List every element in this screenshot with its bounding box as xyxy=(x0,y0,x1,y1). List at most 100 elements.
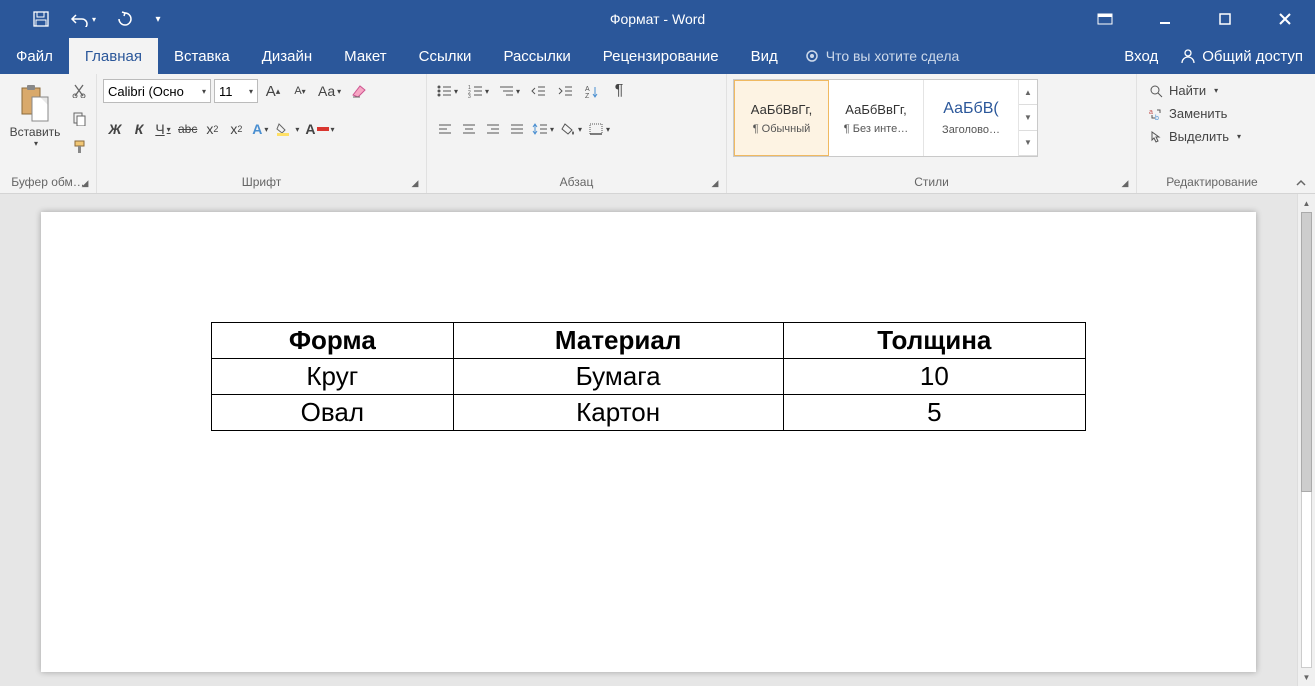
table-cell[interactable]: Картон xyxy=(453,395,783,431)
font-launcher[interactable]: ◢ xyxy=(408,176,422,190)
window-controls xyxy=(1075,0,1315,38)
paste-label: Вставить xyxy=(10,125,61,139)
table-cell[interactable]: Бумага xyxy=(453,359,783,395)
text-effects-button[interactable]: A▾ xyxy=(248,117,272,141)
numbering-button[interactable]: 123▾ xyxy=(464,79,492,103)
justify-button[interactable] xyxy=(505,117,529,141)
format-painter-button[interactable] xyxy=(68,135,90,157)
tab-insert[interactable]: Вставка xyxy=(158,38,246,74)
scroll-up-button[interactable]: ▲ xyxy=(1298,194,1315,212)
tab-mailings[interactable]: Рассылки xyxy=(487,38,586,74)
vertical-scrollbar[interactable]: ▲ ▼ xyxy=(1297,194,1315,686)
document-area: Форма Материал Толщина Круг Бумага 10 Ов… xyxy=(0,194,1315,686)
increase-indent-button[interactable] xyxy=(553,79,577,103)
tab-layout[interactable]: Макет xyxy=(328,38,402,74)
cut-button[interactable] xyxy=(68,79,90,101)
signin-button[interactable]: Вход xyxy=(1114,38,1168,74)
italic-button[interactable]: К xyxy=(127,117,151,141)
group-clipboard: Вставить ▾ Буфер обм… ◢ xyxy=(0,74,97,193)
style-no-spacing[interactable]: АаБбВвГг, ¶ Без инте… xyxy=(829,80,924,156)
scroll-thumb[interactable] xyxy=(1301,212,1312,492)
svg-text:3: 3 xyxy=(468,94,471,98)
tab-design[interactable]: Дизайн xyxy=(246,38,328,74)
maximize-button[interactable] xyxy=(1195,0,1255,38)
font-name-select[interactable]: Calibri (Осно▾ xyxy=(103,79,211,103)
find-button[interactable]: Найти▾ xyxy=(1143,81,1247,100)
table-cell[interactable]: Овал xyxy=(212,395,454,431)
ribbon: Вставить ▾ Буфер обм… ◢ Calibri (Осно▾ 1… xyxy=(0,74,1315,194)
svg-text:Z: Z xyxy=(585,93,590,98)
redo-button[interactable] xyxy=(104,0,146,38)
clipboard-launcher[interactable]: ◢ xyxy=(78,176,92,190)
tab-file[interactable]: Файл xyxy=(0,38,69,74)
align-left-button[interactable] xyxy=(433,117,457,141)
grow-font-button[interactable]: A▴ xyxy=(261,79,285,103)
styles-scroll-up[interactable]: ▲ xyxy=(1019,80,1037,105)
paste-button[interactable]: Вставить ▾ xyxy=(6,79,64,152)
table-cell[interactable]: 10 xyxy=(783,359,1085,395)
bullets-button[interactable]: ▾ xyxy=(433,79,461,103)
subscript-button[interactable]: x2 xyxy=(200,117,224,141)
sort-button[interactable]: AZ xyxy=(580,79,604,103)
svg-text:b: b xyxy=(1155,115,1159,121)
tab-review[interactable]: Рецензирование xyxy=(587,38,735,74)
paragraph-launcher[interactable]: ◢ xyxy=(708,176,722,190)
ribbon-display-button[interactable] xyxy=(1075,0,1135,38)
shading-button[interactable]: ▾ xyxy=(557,117,585,141)
line-spacing-button[interactable]: ▾ xyxy=(529,117,557,141)
save-button[interactable] xyxy=(20,0,62,38)
bold-button[interactable]: Ж xyxy=(103,117,127,141)
group-styles: АаБбВвГг, ¶ Обычный АаБбВвГг, ¶ Без инте… xyxy=(727,74,1137,193)
qat-customize-button[interactable]: ▾ xyxy=(146,0,170,38)
styles-scroll-down[interactable]: ▼ xyxy=(1019,105,1037,130)
tell-me-search[interactable]: Что вы хотите сдела xyxy=(794,38,970,74)
svg-text:a: a xyxy=(1149,109,1153,116)
show-marks-button[interactable]: ¶ xyxy=(607,79,631,103)
collapse-ribbon-button[interactable] xyxy=(1287,74,1315,193)
table-header[interactable]: Толщина xyxy=(783,323,1085,359)
multilevel-button[interactable]: ▾ xyxy=(495,79,523,103)
styles-expand[interactable]: ▼ xyxy=(1019,131,1037,156)
table-header-row: Форма Материал Толщина xyxy=(212,323,1086,359)
table-header[interactable]: Материал xyxy=(453,323,783,359)
shrink-font-button[interactable]: A▾ xyxy=(288,79,312,103)
group-editing: Найти▾ ab Заменить Выделить▾ Редактирова… xyxy=(1137,74,1287,193)
tab-home[interactable]: Главная xyxy=(69,38,158,74)
styles-scroll: ▲ ▼ ▼ xyxy=(1019,80,1037,156)
select-button[interactable]: Выделить▾ xyxy=(1143,127,1247,146)
title-bar: ▾ ▾ Формат - Word xyxy=(0,0,1315,38)
decrease-indent-button[interactable] xyxy=(526,79,550,103)
font-size-select[interactable]: 11▾ xyxy=(214,79,258,103)
tab-references[interactable]: Ссылки xyxy=(403,38,488,74)
scroll-down-button[interactable]: ▼ xyxy=(1298,668,1315,686)
clear-format-button[interactable] xyxy=(347,79,371,103)
window-title: Формат - Word xyxy=(610,11,705,27)
align-center-button[interactable] xyxy=(457,117,481,141)
close-button[interactable] xyxy=(1255,0,1315,38)
styles-launcher[interactable]: ◢ xyxy=(1118,176,1132,190)
quick-access-toolbar: ▾ ▾ xyxy=(0,0,170,38)
copy-button[interactable] xyxy=(68,107,90,129)
underline-button[interactable]: Ч▾ xyxy=(151,117,175,141)
group-font: Calibri (Осно▾ 11▾ A▴ A▾ Aa▾ Ж К Ч▾ abc … xyxy=(97,74,427,193)
table-header[interactable]: Форма xyxy=(212,323,454,359)
replace-button[interactable]: ab Заменить xyxy=(1143,104,1247,123)
page[interactable]: Форма Материал Толщина Круг Бумага 10 Ов… xyxy=(41,212,1256,672)
align-right-button[interactable] xyxy=(481,117,505,141)
superscript-button[interactable]: x2 xyxy=(224,117,248,141)
style-heading1[interactable]: АаБбВ( Заголово… xyxy=(924,80,1019,156)
borders-button[interactable]: ▾ xyxy=(585,117,613,141)
style-normal[interactable]: АаБбВвГг, ¶ Обычный xyxy=(734,80,829,156)
undo-button[interactable]: ▾ xyxy=(62,0,104,38)
highlight-button[interactable]: ▾ xyxy=(272,117,302,141)
share-button[interactable]: Общий доступ xyxy=(1168,38,1315,74)
minimize-button[interactable] xyxy=(1135,0,1195,38)
document-table[interactable]: Форма Материал Толщина Круг Бумага 10 Ов… xyxy=(211,322,1086,431)
group-paragraph: ▾ 123▾ ▾ AZ ¶ ▾ ▾ ▾ Абзац ◢ xyxy=(427,74,727,193)
change-case-button[interactable]: Aa▾ xyxy=(315,79,344,103)
tab-view[interactable]: Вид xyxy=(735,38,794,74)
strikethrough-button[interactable]: abc xyxy=(175,117,200,141)
font-color-button[interactable]: A▾ xyxy=(302,117,337,141)
table-cell[interactable]: 5 xyxy=(783,395,1085,431)
table-cell[interactable]: Круг xyxy=(212,359,454,395)
